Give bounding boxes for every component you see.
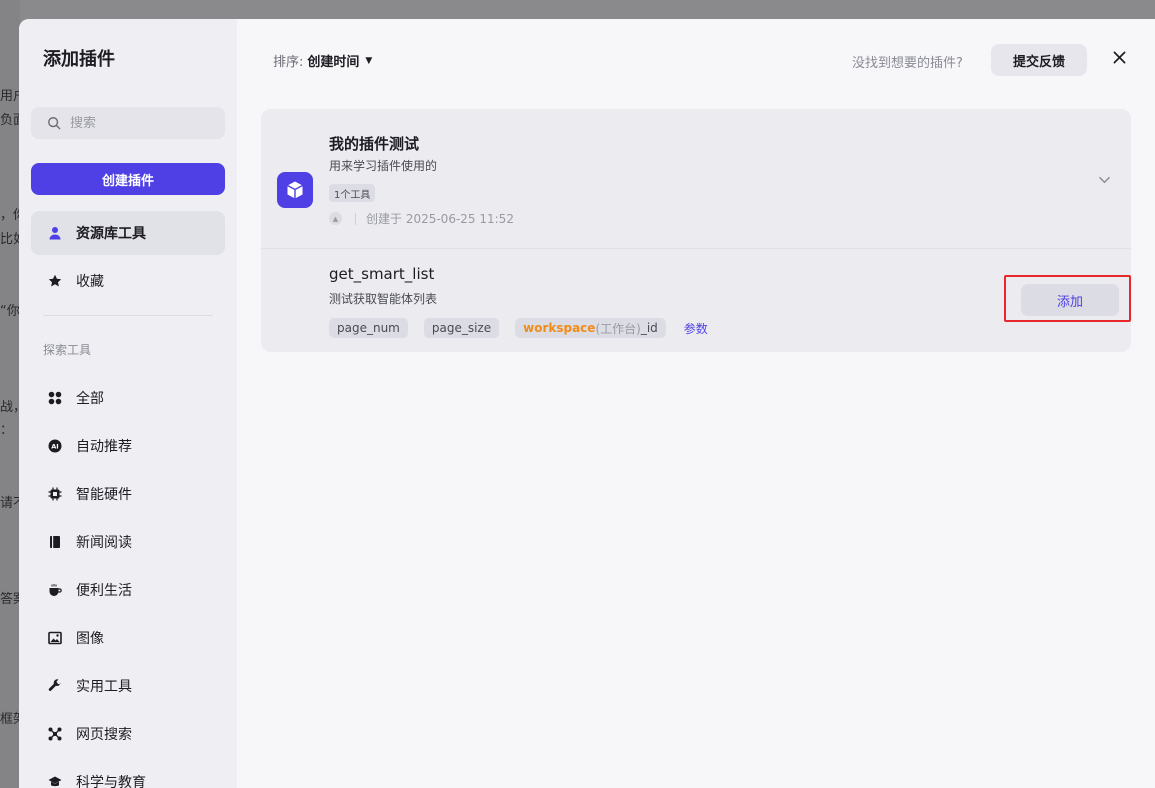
plugin-card: 我的插件测试 用来学习插件使用的 1个工具 ▲ 创建于 2025-06-25 1…	[261, 109, 1131, 352]
graduation-cap-icon	[48, 775, 62, 788]
sidebar-item-label: 全部	[76, 391, 104, 407]
created-time: 创建于 2025-06-25 11:52	[366, 212, 514, 226]
book-icon	[48, 535, 62, 549]
search-icon	[48, 117, 61, 130]
main-panel: 排序: 创建时间 ▼ 没找到想要的插件? 提交反馈 我的插件测试 用来学习插件使…	[237, 19, 1155, 788]
search-input[interactable]	[70, 115, 210, 131]
param-list: page_num page_size workspace (工作台) _id 参…	[329, 318, 708, 338]
sort-label: 排序:	[273, 55, 304, 70]
star-icon	[48, 274, 62, 288]
param-tag: workspace (工作台) _id	[515, 318, 666, 338]
params-link[interactable]: 参数	[684, 320, 708, 337]
tool-row: get_smart_list 测试获取智能体列表 page_num page_s…	[261, 249, 1131, 352]
sidebar: 添加插件 创建插件 资源库工具 收藏 探索工具 全部	[19, 19, 237, 788]
close-icon	[1113, 51, 1125, 63]
tool-description: 测试获取智能体列表	[329, 292, 438, 306]
sidebar-item-label: 图像	[76, 631, 104, 647]
sidebar-item-label: 智能硬件	[76, 487, 132, 503]
sidebar-divider	[43, 315, 213, 316]
plugin-header[interactable]: 我的插件测试 用来学习插件使用的 1个工具 ▲ 创建于 2025-06-25 1…	[261, 109, 1131, 248]
sidebar-item-auto-recommend[interactable]: AI 自动推荐	[31, 424, 225, 468]
caret-down-icon: ▼	[365, 55, 373, 66]
sidebar-item-all[interactable]: 全部	[31, 376, 225, 420]
grid-icon	[48, 391, 62, 405]
param-highlight: workspace	[523, 321, 596, 335]
sidebar-item-favorites[interactable]: 收藏	[31, 259, 225, 303]
param-suffix: _id	[640, 321, 658, 335]
wrench-icon	[48, 679, 62, 693]
chip-icon	[48, 487, 62, 501]
plugin-name: 我的插件测试	[329, 135, 420, 153]
sidebar-item-label: 收藏	[76, 274, 104, 290]
feedback-button[interactable]: 提交反馈	[991, 44, 1087, 76]
sidebar-item-label: 网页搜索	[76, 727, 132, 743]
network-icon	[48, 727, 62, 741]
sidebar-item-image[interactable]: 图像	[31, 616, 225, 660]
svg-text:AI: AI	[51, 443, 58, 451]
sidebar-item-label: 便利生活	[76, 583, 132, 599]
chevron-down-icon	[1098, 176, 1110, 183]
sidebar-item-convenient-life[interactable]: 便利生活	[31, 568, 225, 612]
plugin-cube-icon	[277, 172, 313, 208]
cup-icon	[48, 583, 62, 597]
expand-button[interactable]	[1094, 169, 1114, 189]
sort-value: 创建时间	[307, 55, 360, 70]
add-tool-button[interactable]: 添加	[1021, 284, 1119, 316]
sidebar-item-utilities[interactable]: 实用工具	[31, 664, 225, 708]
sidebar-item-label: 自动推荐	[76, 439, 132, 455]
param-tag: page_size	[423, 318, 500, 338]
tool-count-badge: 1个工具	[329, 184, 376, 202]
create-plugin-button[interactable]: 创建插件	[31, 163, 225, 195]
search-box[interactable]	[31, 107, 225, 139]
sidebar-item-web-search[interactable]: 网页搜索	[31, 712, 225, 756]
sidebar-item-news[interactable]: 新闻阅读	[31, 520, 225, 564]
divider	[355, 212, 356, 225]
explore-section-label: 探索工具	[43, 343, 92, 357]
add-plugin-modal: 添加插件 创建插件 资源库工具 收藏 探索工具 全部	[19, 19, 1155, 788]
plugin-description: 用来学习插件使用的	[329, 159, 438, 173]
modal-title: 添加插件	[43, 49, 115, 70]
sidebar-item-label: 科学与教育	[76, 775, 146, 788]
sidebar-item-label: 新闻阅读	[76, 535, 132, 551]
tool-name: get_smart_list	[329, 265, 435, 283]
sidebar-item-smart-hardware[interactable]: 智能硬件	[31, 472, 225, 516]
not-found-text: 没找到想要的插件?	[852, 56, 963, 71]
user-icon	[48, 226, 62, 240]
background-text: ：	[0, 423, 14, 438]
sidebar-item-library[interactable]: 资源库工具	[31, 211, 225, 255]
creator-row: ▲ 创建于 2025-06-25 11:52	[329, 210, 514, 227]
image-icon	[48, 631, 62, 645]
ai-icon: AI	[48, 439, 62, 453]
param-sub: (工作台)	[595, 321, 641, 336]
sidebar-item-science-education[interactable]: 科学与教育	[31, 760, 225, 788]
sidebar-item-label: 实用工具	[76, 679, 132, 695]
avatar: ▲	[329, 212, 342, 225]
close-button[interactable]	[1107, 45, 1131, 69]
param-tag: page_num	[329, 318, 408, 338]
background-text: “你	[0, 304, 20, 319]
sort-dropdown[interactable]: 排序: 创建时间 ▼	[273, 51, 372, 70]
sidebar-item-label: 资源库工具	[76, 226, 146, 242]
